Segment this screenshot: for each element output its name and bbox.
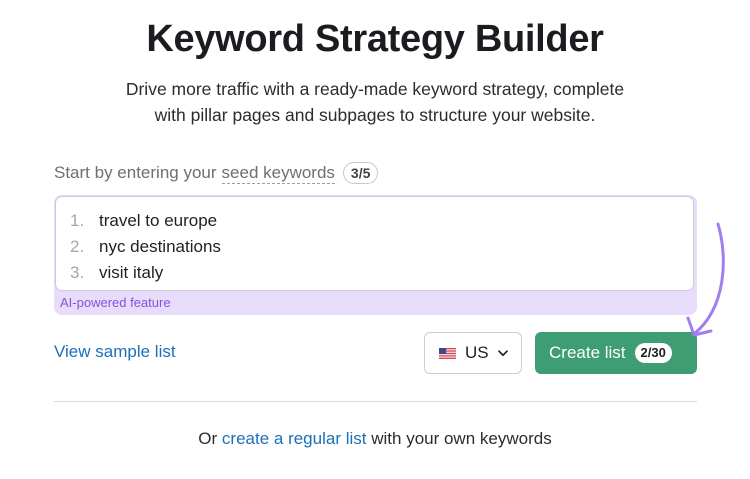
- list-count-badge: 2/30: [634, 343, 672, 363]
- keyword-line: 1. travel to europe: [56, 208, 693, 234]
- page-subtitle: Drive more traffic with a ready-made key…: [0, 76, 750, 128]
- keywords-input-wrapper: 1. travel to europe 2. nyc destinations …: [54, 195, 697, 315]
- ai-powered-label: AI-powered feature: [60, 295, 171, 310]
- section-divider: [54, 401, 697, 402]
- keyword-line: 2. nyc destinations: [56, 234, 693, 260]
- keyword-line-number: 2.: [70, 237, 85, 256]
- keyword-line-number: 3.: [70, 263, 85, 282]
- keyword-line-number: 1.: [70, 211, 85, 230]
- keywords-textarea[interactable]: 1. travel to europe 2. nyc destinations …: [55, 196, 694, 291]
- keyword-text: travel to europe: [99, 211, 218, 230]
- chevron-down-icon: [497, 349, 508, 356]
- seed-prompt-text: Start by entering your: [54, 163, 217, 182]
- country-select[interactable]: US: [424, 332, 522, 374]
- regular-list-suffix: with your own keywords: [371, 429, 552, 448]
- regular-list-row: Or create a regular list with your own k…: [0, 429, 750, 449]
- create-list-button[interactable]: Create list 2/30: [535, 332, 697, 374]
- seed-count-badge: 3/5: [342, 162, 379, 184]
- country-value: US: [465, 343, 489, 362]
- regular-list-prefix: Or: [198, 429, 218, 448]
- keyword-text: visit italy: [99, 263, 164, 282]
- keyword-line: 3. visit italy: [56, 260, 693, 286]
- seed-keywords-tooltip-term[interactable]: seed keywords: [221, 163, 335, 184]
- view-sample-list-link[interactable]: View sample list: [54, 342, 176, 362]
- create-regular-list-link[interactable]: create a regular list: [222, 429, 367, 448]
- subtitle-line-2: with pillar pages and subpages to struct…: [154, 105, 596, 125]
- us-flag-icon: [439, 347, 456, 359]
- page-title: Keyword Strategy Builder: [146, 18, 604, 60]
- keyword-text: nyc destinations: [99, 237, 221, 256]
- annotation-arrow-icon: [686, 222, 725, 337]
- subtitle-line-1: Drive more traffic with a ready-made key…: [125, 79, 625, 99]
- create-list-label: Create list: [549, 343, 626, 362]
- seed-keywords-label-row: Start by entering your seed keywords 3/5: [54, 161, 379, 185]
